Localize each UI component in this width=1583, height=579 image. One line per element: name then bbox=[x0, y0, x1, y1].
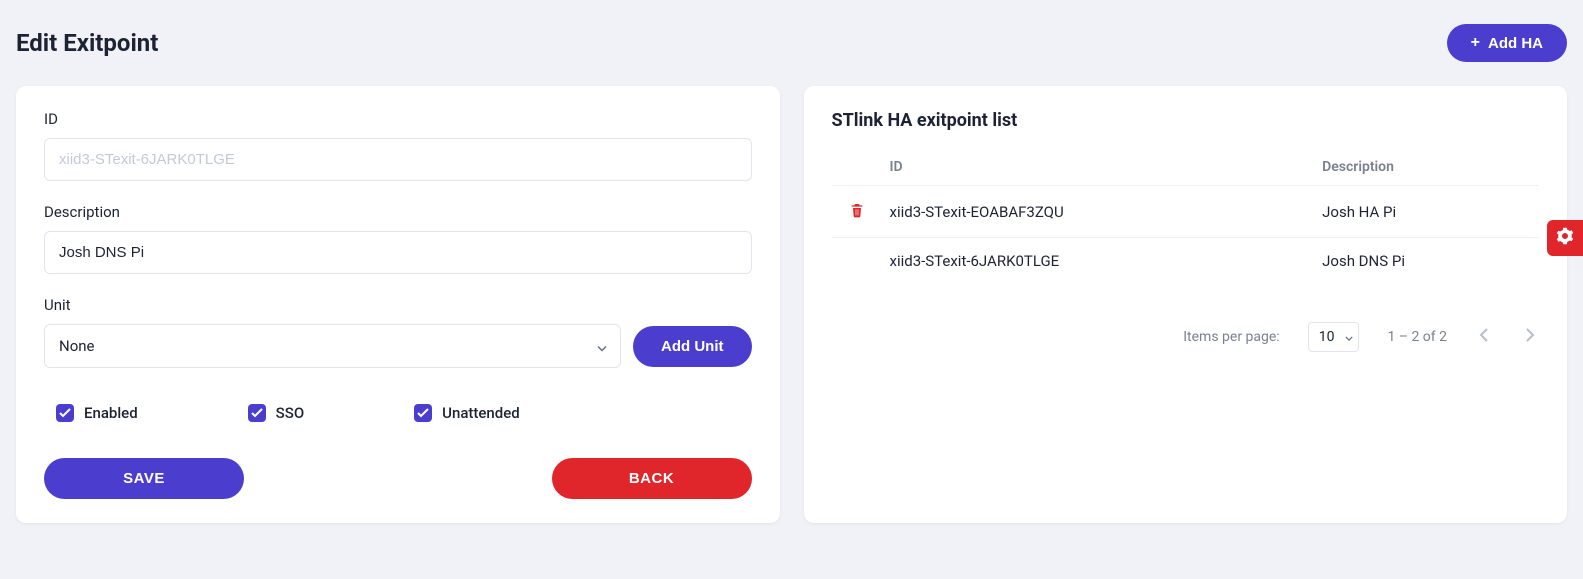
sso-checkbox[interactable]: SSO bbox=[248, 404, 305, 422]
add-unit-button[interactable]: Add Unit bbox=[633, 326, 751, 367]
sso-label: SSO bbox=[276, 404, 305, 422]
check-icon bbox=[414, 404, 432, 422]
id-label: ID bbox=[44, 110, 752, 128]
back-button[interactable]: BACK bbox=[552, 458, 752, 499]
save-button[interactable]: SAVE bbox=[44, 458, 244, 499]
table-row[interactable]: xiid3-STexit-6JARK0TLGE Josh DNS Pi bbox=[832, 238, 1540, 285]
chevron-left-icon bbox=[1479, 330, 1489, 345]
unattended-checkbox[interactable]: Unattended bbox=[414, 404, 520, 422]
description-label: Description bbox=[44, 203, 752, 221]
list-title: STlink HA exitpoint list bbox=[832, 110, 1540, 131]
unit-label: Unit bbox=[44, 296, 752, 314]
prev-page-button[interactable] bbox=[1475, 324, 1493, 349]
add-ha-button[interactable]: + Add HA bbox=[1447, 24, 1567, 62]
table-row[interactable]: xiid3-STexit-EOABAF3ZQU Josh HA Pi bbox=[832, 186, 1540, 238]
chevron-right-icon bbox=[1525, 330, 1535, 345]
page-title: Edit Exitpoint bbox=[16, 29, 158, 57]
row-id: xiid3-STexit-EOABAF3ZQU bbox=[882, 186, 1315, 238]
settings-tab[interactable] bbox=[1547, 220, 1583, 256]
unattended-label: Unattended bbox=[442, 404, 520, 422]
check-icon bbox=[56, 404, 74, 422]
items-per-page-label: Items per page: bbox=[1183, 329, 1279, 345]
paginator: Items per page: 10 1 – 2 of 2 bbox=[832, 324, 1540, 349]
unit-select[interactable]: None bbox=[44, 324, 621, 368]
items-per-page-select[interactable]: 10 bbox=[1308, 322, 1360, 352]
check-icon bbox=[248, 404, 266, 422]
row-desc: Josh DNS Pi bbox=[1314, 238, 1539, 285]
ha-list-card: STlink HA exitpoint list ID Description bbox=[804, 86, 1568, 523]
enabled-checkbox[interactable]: Enabled bbox=[56, 404, 138, 422]
page-range: 1 – 2 of 2 bbox=[1387, 329, 1447, 345]
plus-icon: + bbox=[1471, 34, 1480, 52]
add-ha-label: Add HA bbox=[1488, 35, 1543, 52]
description-input[interactable] bbox=[44, 231, 752, 274]
next-page-button[interactable] bbox=[1521, 324, 1539, 349]
id-input[interactable] bbox=[44, 138, 752, 181]
col-desc-header: Description bbox=[1314, 149, 1539, 186]
trash-icon bbox=[849, 206, 865, 221]
row-desc: Josh HA Pi bbox=[1314, 186, 1539, 238]
col-id-header: ID bbox=[882, 149, 1315, 186]
row-id: xiid3-STexit-6JARK0TLGE bbox=[882, 238, 1315, 285]
col-delete bbox=[832, 149, 882, 186]
edit-form-card: ID Description Unit None Add Unit bbox=[16, 86, 780, 523]
gear-icon bbox=[1556, 227, 1574, 249]
delete-button[interactable] bbox=[847, 200, 867, 223]
enabled-label: Enabled bbox=[84, 404, 138, 422]
